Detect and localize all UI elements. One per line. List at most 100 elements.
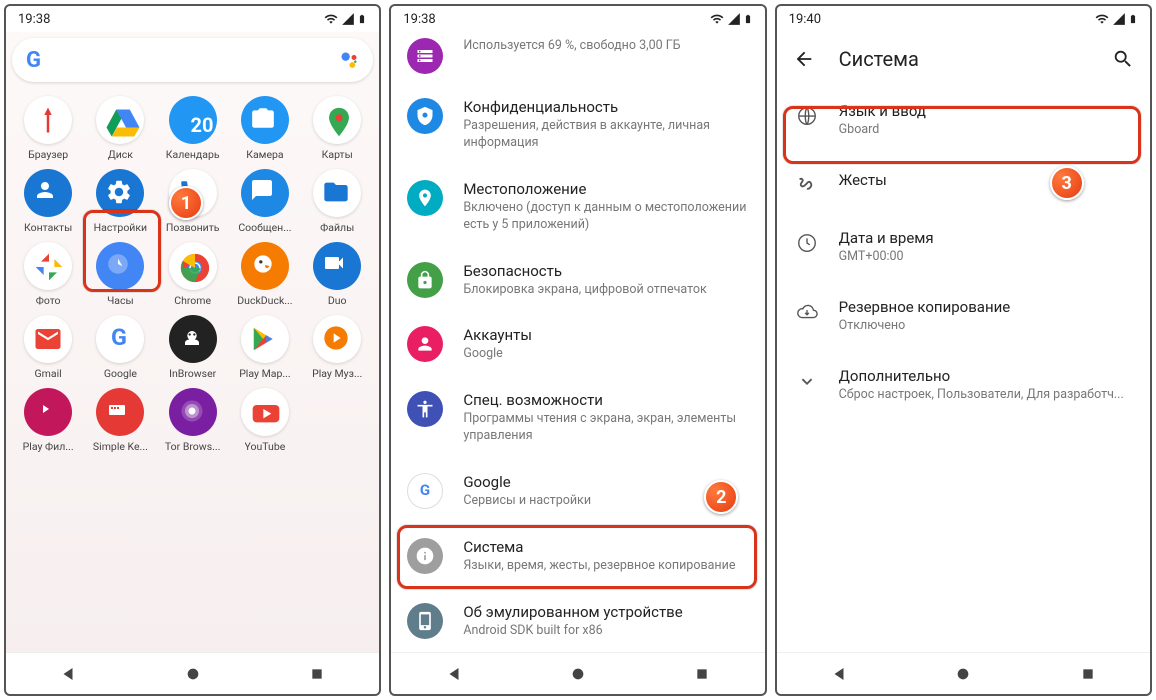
g-icon: G bbox=[407, 473, 443, 509]
status-time: 19:40 bbox=[789, 12, 821, 27]
status-icons bbox=[709, 11, 753, 27]
nav-bar bbox=[777, 652, 1150, 694]
item-sub: Включено (доступ к данным о местоположен… bbox=[463, 200, 748, 234]
nav-home[interactable] bbox=[953, 664, 973, 684]
item-sub: Отключено bbox=[839, 318, 1132, 335]
screen-system: 19:40 Система Язык и вводGboardЖестыДата… bbox=[775, 4, 1152, 696]
item-sub: Google bbox=[463, 346, 748, 363]
system-header: Система bbox=[777, 32, 1150, 86]
item-title: Резервное копирование bbox=[839, 298, 1132, 316]
messages-icon bbox=[241, 169, 289, 217]
app-simplekey[interactable]: Simple Ke... bbox=[86, 388, 154, 453]
photos-icon bbox=[24, 242, 72, 290]
item-title: Об эмулированном устройстве bbox=[463, 603, 748, 621]
settings-item-account[interactable]: АккаунтыGoogle bbox=[391, 312, 764, 377]
system-item-backup[interactable]: Резервное копирование Отключено bbox=[777, 282, 1150, 351]
search-bar[interactable]: G bbox=[12, 38, 373, 82]
app-playfilm[interactable]: Play Фил... bbox=[14, 388, 82, 453]
google-logo: G bbox=[26, 48, 41, 73]
app-playmusic[interactable]: Play Муз... bbox=[303, 315, 371, 380]
app-contacts[interactable]: Контакты bbox=[14, 169, 82, 234]
assistant-icon[interactable] bbox=[339, 50, 359, 70]
system-item-gesture[interactable]: Жесты bbox=[777, 155, 1150, 213]
page-title: Система bbox=[839, 47, 919, 71]
wifi-icon bbox=[709, 12, 725, 26]
item-sub: Программы чтения с экрана, экран, элемен… bbox=[463, 411, 748, 445]
globe-icon bbox=[795, 104, 819, 128]
signal-icon bbox=[341, 12, 355, 26]
nav-recent[interactable] bbox=[1078, 664, 1098, 684]
settings-item-device[interactable]: Об эмулированном устройствеAndroid SDK b… bbox=[391, 589, 764, 652]
system-item-globe[interactable]: Язык и вводGboard bbox=[777, 86, 1150, 155]
app-settings[interactable]: Настройки bbox=[86, 169, 154, 234]
app-duo[interactable]: Duo bbox=[303, 242, 371, 307]
camera-icon bbox=[241, 96, 289, 144]
nav-recent[interactable] bbox=[692, 664, 712, 684]
app-google[interactable]: GGoogle bbox=[86, 315, 154, 380]
svg-text:G: G bbox=[111, 323, 127, 351]
app-label: Позвонить bbox=[166, 221, 220, 234]
playfilm-icon bbox=[24, 388, 72, 436]
settings-list: Используется 69 %, свободно 3,00 ГБ Конф… bbox=[391, 32, 764, 652]
status-bar: 19:38 bbox=[6, 6, 379, 32]
app-calendar[interactable]: 20Календарь bbox=[159, 96, 227, 161]
nav-home[interactable] bbox=[568, 664, 588, 684]
clock-icon bbox=[795, 231, 819, 255]
lock-icon bbox=[407, 262, 443, 298]
app-label: Play Фил... bbox=[23, 440, 74, 453]
app-messages[interactable]: Сообщен... bbox=[231, 169, 299, 234]
system-item-clock[interactable]: Дата и времяGMT+00:00 bbox=[777, 213, 1150, 282]
app-maps[interactable]: Карты bbox=[303, 96, 371, 161]
nav-back[interactable] bbox=[444, 664, 464, 684]
settings-item-lock[interactable]: БезопасностьБлокировка экрана, цифровой … bbox=[391, 248, 764, 313]
app-label: Сообщен... bbox=[238, 221, 291, 234]
maps-icon bbox=[313, 96, 361, 144]
svg-text:20: 20 bbox=[190, 113, 213, 137]
nav-back[interactable] bbox=[58, 664, 78, 684]
back-button[interactable] bbox=[793, 48, 815, 70]
settings-icon bbox=[96, 169, 144, 217]
app-inbrowser[interactable]: InBrowser bbox=[159, 315, 227, 380]
app-label: Gmail bbox=[35, 367, 62, 380]
app-play[interactable]: Play Мар... bbox=[231, 315, 299, 380]
app-label: Карты bbox=[322, 148, 353, 161]
app-clock[interactable]: Часы bbox=[86, 242, 154, 307]
settings-item-shield[interactable]: КонфиденциальностьРазрешения, действия в… bbox=[391, 84, 764, 166]
app-tor[interactable]: Tor Brows... bbox=[159, 388, 227, 453]
item-title: Система bbox=[463, 538, 748, 556]
nav-home[interactable] bbox=[183, 664, 203, 684]
signal-icon bbox=[727, 12, 741, 26]
system-list: Язык и вводGboardЖестыДата и времяGMT+00… bbox=[777, 86, 1150, 652]
app-label: Play Муз... bbox=[312, 367, 362, 380]
app-chrome[interactable]: Chrome bbox=[159, 242, 227, 307]
account-icon bbox=[407, 326, 443, 362]
item-title: Спец. возможности bbox=[463, 391, 748, 409]
app-label: DuckDuck... bbox=[237, 294, 292, 307]
app-files[interactable]: Файлы bbox=[303, 169, 371, 234]
wifi-icon bbox=[323, 12, 339, 26]
badge-3: 3 bbox=[1050, 166, 1084, 200]
nav-recent[interactable] bbox=[307, 664, 327, 684]
settings-item-pin[interactable]: МестоположениеВключено (доступ к данным … bbox=[391, 166, 764, 248]
settings-item-storage-partial[interactable]: Используется 69 %, свободно 3,00 ГБ bbox=[391, 32, 764, 84]
app-duck[interactable]: DuckDuck... bbox=[231, 242, 299, 307]
gesture-icon bbox=[795, 173, 819, 197]
app-drive[interactable]: Диск bbox=[86, 96, 154, 161]
inbrowser-icon bbox=[169, 315, 217, 363]
gmail-icon bbox=[24, 315, 72, 363]
files-icon bbox=[313, 169, 361, 217]
app-youtube[interactable]: YouTube bbox=[231, 388, 299, 453]
settings-item-info[interactable]: СистемаЯзыки, время, жесты, резервное ко… bbox=[391, 524, 764, 589]
settings-item-a11y[interactable]: Спец. возможности Программы чтения с экра… bbox=[391, 377, 764, 459]
app-label: YouTube bbox=[245, 440, 286, 453]
app-yandex[interactable]: Браузер bbox=[14, 96, 82, 161]
screen-app-drawer: 19:38 G БраузерДиск20КалендарьКамера Карт… bbox=[4, 4, 381, 696]
simplekey-icon bbox=[96, 388, 144, 436]
app-photos[interactable]: Фото bbox=[14, 242, 82, 307]
nav-back[interactable] bbox=[829, 664, 849, 684]
screen-settings: 19:38 Используется 69 %, свободно 3,00 Г… bbox=[389, 4, 766, 696]
search-button[interactable] bbox=[1112, 48, 1134, 70]
system-item-expand[interactable]: ДополнительноСброс настроек, Пользовател… bbox=[777, 351, 1150, 420]
app-gmail[interactable]: Gmail bbox=[14, 315, 82, 380]
app-camera[interactable]: Камера bbox=[231, 96, 299, 161]
